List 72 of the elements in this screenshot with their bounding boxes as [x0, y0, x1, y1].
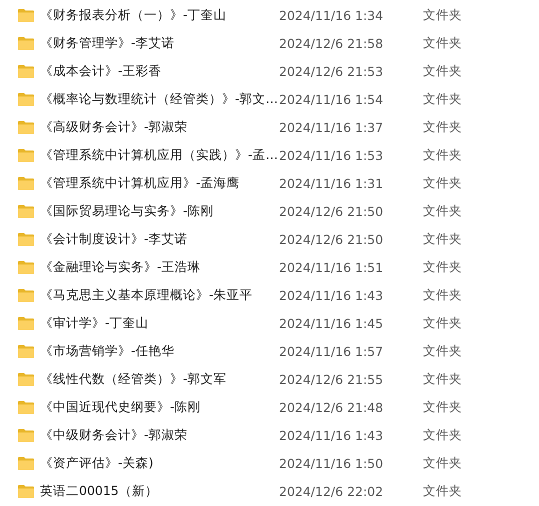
folder-name[interactable]: 英语二00015（新）	[40, 482, 158, 500]
modified-date: 2024/11/16 1:50	[279, 456, 384, 470]
folder-icon	[18, 400, 34, 414]
folder-icon	[18, 120, 34, 134]
folder-icon	[18, 148, 34, 162]
modified-date: 2024/11/16 1:37	[279, 120, 384, 134]
modified-date: 2024/12/6 21:58	[279, 36, 384, 50]
folder-icon	[18, 232, 34, 246]
item-type: 文件夹	[423, 90, 462, 108]
folder-name[interactable]: 《概率论与数理统计（经管类）》-郭文…	[40, 90, 278, 108]
item-type: 文件夹	[423, 454, 462, 472]
folder-name[interactable]: 《财务报表分析（一）》-丁奎山	[40, 6, 227, 24]
modified-date: 2024/11/16 1:31	[279, 176, 384, 190]
folder-name[interactable]: 《管理系统中计算机应用》-孟海鹰	[40, 174, 240, 192]
folder-icon	[18, 64, 34, 78]
item-type: 文件夹	[423, 314, 462, 332]
modified-date: 2024/12/6 22:02	[279, 484, 384, 498]
item-type: 文件夹	[423, 258, 462, 276]
modified-date: 2024/12/6 21:50	[279, 232, 384, 246]
item-type: 文件夹	[423, 370, 462, 388]
folder-icon	[18, 8, 34, 22]
item-type: 文件夹	[423, 34, 462, 52]
folder-name[interactable]: 《线性代数（经管类）》-郭文军	[40, 370, 227, 388]
folder-name[interactable]: 《财务管理学》-李艾诺	[40, 34, 175, 52]
folder-name[interactable]: 《成本会计》-王彩香	[40, 62, 162, 80]
modified-date: 2024/11/16 1:45	[279, 316, 384, 330]
modified-date: 2024/11/16 1:43	[279, 288, 384, 302]
folder-icon	[18, 456, 34, 470]
folder-name[interactable]: 《审计学》-丁奎山	[40, 314, 149, 332]
modified-date: 2024/12/6 21:48	[279, 400, 384, 414]
item-type: 文件夹	[423, 146, 462, 164]
item-type: 文件夹	[423, 118, 462, 136]
modified-date: 2024/12/6 21:55	[279, 372, 384, 386]
item-type: 文件夹	[423, 230, 462, 248]
folder-name[interactable]: 《马克思主义基本原理概论》-朱亚平	[40, 286, 253, 304]
modified-date: 2024/11/16 1:54	[279, 92, 384, 106]
item-type: 文件夹	[423, 174, 462, 192]
folder-icon	[18, 344, 34, 358]
folder-name[interactable]: 《资产评估》-关森)	[40, 454, 154, 472]
folder-name[interactable]: 《市场营销学》-任艳华	[40, 342, 175, 360]
folder-icon	[18, 36, 34, 50]
folder-name[interactable]: 《管理系统中计算机应用（实践）》-孟…	[40, 146, 278, 164]
item-type: 文件夹	[423, 342, 462, 360]
folder-name[interactable]: 《金融理论与实务》-王浩琳	[40, 258, 201, 276]
modified-date: 2024/11/16 1:43	[279, 428, 384, 442]
folder-icon	[18, 316, 34, 330]
modified-date: 2024/12/6 21:50	[279, 204, 384, 218]
item-type: 文件夹	[423, 426, 462, 444]
folder-icon	[18, 288, 34, 302]
folder-name[interactable]: 《国际贸易理论与实务》-陈刚	[40, 202, 214, 220]
item-type: 文件夹	[423, 286, 462, 304]
item-type: 文件夹	[423, 398, 462, 416]
modified-date: 2024/11/16 1:57	[279, 344, 384, 358]
modified-date: 2024/11/16 1:51	[279, 260, 384, 274]
item-type: 文件夹	[423, 202, 462, 220]
folder-name[interactable]: 《高级财务会计》-郭淑荣	[40, 118, 188, 136]
folder-icon	[18, 204, 34, 218]
folder-name[interactable]: 《中国近现代史纲要》-陈刚	[40, 398, 201, 416]
modified-date: 2024/11/16 1:53	[279, 148, 384, 162]
folder-name[interactable]: 《中级财务会计》-郭淑荣	[40, 426, 188, 444]
item-type: 文件夹	[423, 6, 462, 24]
folder-icon	[18, 484, 34, 498]
modified-date: 2024/11/16 1:34	[279, 8, 384, 22]
folder-icon	[18, 428, 34, 442]
item-type: 文件夹	[423, 482, 462, 500]
folder-name[interactable]: 《会计制度设计》-李艾诺	[40, 230, 188, 248]
folder-icon	[18, 92, 34, 106]
item-type: 文件夹	[423, 62, 462, 80]
folder-icon	[18, 176, 34, 190]
folder-icon	[18, 260, 34, 274]
folder-icon	[18, 372, 34, 386]
modified-date: 2024/12/6 21:53	[279, 64, 384, 78]
